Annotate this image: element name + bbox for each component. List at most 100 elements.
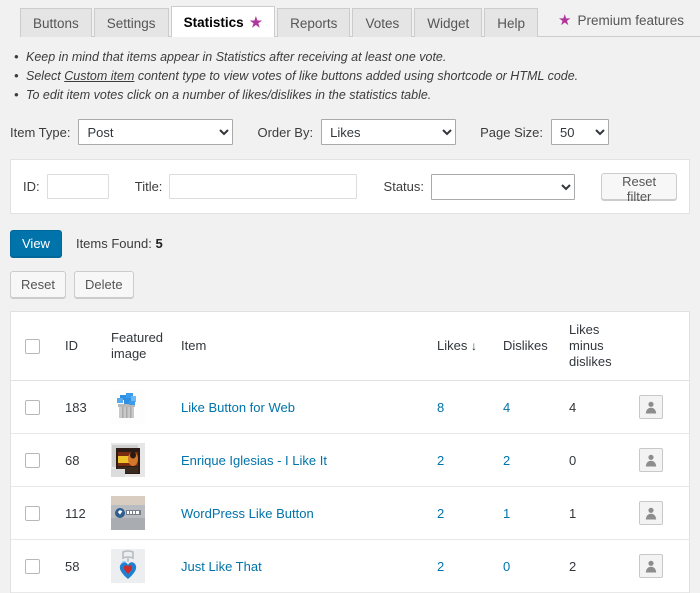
row-diff-value: 4 <box>569 399 577 415</box>
row-item-link[interactable]: Enrique Iglesias - I Like It <box>181 453 327 468</box>
row-dislikes-cell: 1 <box>499 486 565 540</box>
id-header[interactable]: ID <box>61 312 107 381</box>
row-dislikes-cell: 0 <box>499 539 565 593</box>
items-found-text: Items Found: 5 <box>76 236 163 251</box>
selector-row: Item Type: Post Order By: Likes Page Siz… <box>10 119 700 145</box>
row-diff-cell: 4 <box>565 380 635 434</box>
row-likes-link[interactable]: 2 <box>437 453 444 468</box>
tab-label: Statistics <box>183 14 244 30</box>
tab-statistics[interactable]: Statistics ★ <box>170 6 276 37</box>
note-link[interactable]: Custom item <box>64 69 134 83</box>
star-icon: ★ <box>558 12 572 29</box>
tab-settings[interactable]: Settings <box>93 8 169 37</box>
status-filter-select[interactable] <box>431 173 576 200</box>
title-filter-label: Title: <box>134 179 163 194</box>
table-row: 183 Like Button for Web 8 4 4 <box>11 380 689 434</box>
like-button-for-web-thumbnail <box>111 390 145 424</box>
row-featured-image-cell <box>107 486 177 540</box>
row-item-link[interactable]: Like Button for Web <box>181 400 295 415</box>
tab-votes[interactable]: Votes <box>352 8 413 37</box>
premium-features-link[interactable]: ★ Premium features <box>558 13 684 36</box>
user-avatar-icon[interactable] <box>639 395 663 419</box>
tab-label: Votes <box>365 15 400 31</box>
page-size-label: Page Size: <box>480 124 543 140</box>
dislikes-header[interactable]: Dislikes <box>499 312 565 381</box>
bulk-action-row: Reset Delete <box>10 271 700 298</box>
row-item-cell: Just Like That <box>177 539 433 593</box>
star-icon: ★ <box>249 14 263 30</box>
reset-filter-button[interactable]: Reset filter <box>601 173 677 204</box>
row-dislikes-link[interactable]: 0 <box>503 559 510 574</box>
statistics-table: ID Featured image Item Likes ↓ Dislikes … <box>11 312 689 593</box>
row-diff-value: 0 <box>569 452 577 468</box>
info-note: Select Custom item content type to view … <box>14 66 700 86</box>
tab-bar: Buttons Settings Statistics ★ Reports Votes Wi… <box>0 0 700 37</box>
just-like-that-thumbnail <box>111 549 145 583</box>
row-diff-cell: 2 <box>565 539 635 593</box>
row-user-cell <box>635 486 689 540</box>
row-id: 68 <box>61 433 107 487</box>
row-user-cell <box>635 380 689 434</box>
row-select-cell <box>11 433 61 487</box>
user-avatar-icon[interactable] <box>639 501 663 525</box>
item-type-select[interactable]: Post <box>78 119 234 145</box>
select-all-checkbox[interactable] <box>25 339 40 355</box>
tab-label: Buttons <box>33 15 79 31</box>
row-likes-cell: 2 <box>433 433 499 487</box>
info-note: Keep in mind that items appear in Statis… <box>14 47 700 67</box>
likes-minus-dislikes-header[interactable]: Likes minus dislikes <box>565 312 635 381</box>
row-dislikes-link[interactable]: 4 <box>503 400 510 415</box>
select-all-header <box>11 312 61 381</box>
table-body: 183 Like Button for Web 8 4 4 68 Enrique Igles… <box>11 380 689 593</box>
row-select-checkbox[interactable] <box>25 453 40 469</box>
order-by-select[interactable]: Likes <box>321 119 457 145</box>
row-featured-image-cell <box>107 380 177 434</box>
row-dislikes-link[interactable]: 1 <box>503 506 510 521</box>
likes-header[interactable]: Likes ↓ <box>433 312 499 381</box>
row-select-cell <box>11 486 61 540</box>
row-dislikes-link[interactable]: 2 <box>503 453 510 468</box>
tab-label: Settings <box>106 15 156 31</box>
tab-widget[interactable]: Widget <box>414 8 483 37</box>
tab-reports[interactable]: Reports <box>277 8 351 37</box>
row-item-link[interactable]: Just Like That <box>181 559 262 574</box>
reset-button[interactable]: Reset <box>10 271 66 298</box>
delete-button[interactable]: Delete <box>73 271 134 298</box>
row-id: 58 <box>61 539 107 593</box>
user-avatar-icon[interactable] <box>639 448 663 472</box>
user-avatar-icon[interactable] <box>639 554 663 578</box>
wordpress-like-button-thumbnail <box>111 496 145 530</box>
tab-label: Widget <box>427 15 470 31</box>
note-text: Keep in mind that items appear in Statis… <box>26 50 447 64</box>
page-size-select[interactable]: 50 <box>550 119 609 145</box>
tab-label: Reports <box>290 15 338 31</box>
id-filter-input[interactable] <box>46 174 109 199</box>
likes-header-label: Likes <box>437 338 468 353</box>
note-text: To edit item votes click on a number of … <box>26 88 432 102</box>
row-id: 183 <box>61 380 107 434</box>
tab-label: Help <box>497 15 526 31</box>
title-filter-input[interactable] <box>169 174 358 199</box>
row-diff-value: 1 <box>569 505 577 521</box>
row-select-checkbox[interactable] <box>25 400 40 416</box>
row-item-link[interactable]: WordPress Like Button <box>181 506 314 521</box>
table-header-row: ID Featured image Item Likes ↓ Dislikes … <box>11 312 689 381</box>
row-likes-cell: 8 <box>433 380 499 434</box>
enrique-iglesias-thumbnail <box>111 443 145 477</box>
tab-help[interactable]: Help <box>484 8 539 37</box>
row-item-cell: Enrique Iglesias - I Like It <box>177 433 433 487</box>
row-likes-link[interactable]: 8 <box>437 400 444 415</box>
row-likes-link[interactable]: 2 <box>437 559 444 574</box>
row-id: 112 <box>61 486 107 540</box>
view-button[interactable]: View <box>10 230 62 257</box>
row-select-cell <box>11 539 61 593</box>
featured-image-header: Featured image <box>107 312 177 381</box>
row-likes-link[interactable]: 2 <box>437 506 444 521</box>
info-notes-list: Keep in mind that items appear in Statis… <box>14 47 700 105</box>
user-header <box>635 312 689 381</box>
row-select-checkbox[interactable] <box>25 506 40 522</box>
table-row: 112 WordPress Like Button 2 1 1 <box>11 486 689 540</box>
tab-buttons[interactable]: Buttons <box>20 8 92 37</box>
item-header[interactable]: Item <box>177 312 433 381</box>
items-found-label: Items Found: <box>75 236 152 251</box>
